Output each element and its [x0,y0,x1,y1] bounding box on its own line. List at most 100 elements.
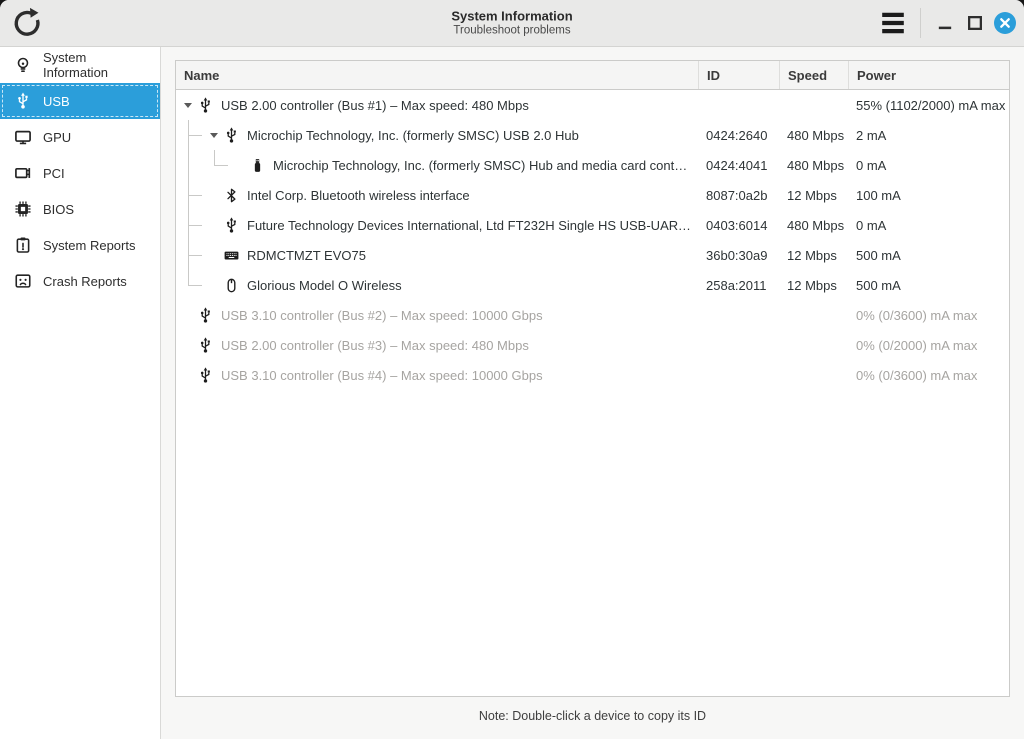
sidebar: System Information USB GPU PCI BIOS Syst… [0,47,161,739]
device-power: 100 mA [856,187,901,203]
expander-icon[interactable] [179,90,197,120]
maximize-button[interactable] [962,10,988,36]
usb-icon [223,126,240,144]
device-speed [779,360,848,390]
device-name: USB 3.10 controller (Bus #2) – Max speed… [221,307,543,323]
device-name: USB 3.10 controller (Bus #4) – Max speed… [221,367,543,383]
device-id: 258a:2011 [706,277,767,293]
device-name-cell: USB 2.00 controller (Bus #3) – Max speed… [176,330,698,360]
app-body: System Information USB GPU PCI BIOS Syst… [0,47,1024,739]
device-speed: 480 Mbps [787,127,845,143]
device-speed [779,330,848,360]
mouse-icon [223,277,240,294]
expander-icon [179,330,197,360]
footer-note: Note: Double-click a device to copy its … [478,709,707,723]
device-power: 500 mA [856,277,901,293]
device-name: Microchip Technology, Inc. (formerly SMS… [273,157,688,173]
sidebar-item-usb[interactable]: USB [0,83,160,119]
titlebar-left [10,0,44,46]
close-button[interactable] [994,12,1016,34]
device-name-cell: RDMCTMZT EVO75 [176,240,698,270]
titlebar: System Information Troubleshoot problems [0,0,1024,47]
column-header-speed[interactable]: Speed [779,61,848,89]
device-power: 0% (0/3600) mA max [856,307,978,323]
minimize-icon [932,10,958,36]
flash-drive-icon [249,157,266,174]
titlebar-separator [920,8,921,38]
device-id: 0424:2640 [706,127,768,143]
app-window: System Information Troubleshoot problems… [0,0,1024,739]
device-name: Intel Corp. Bluetooth wireless interface [247,187,470,203]
column-header-power[interactable]: Power [848,61,1009,89]
minimize-button[interactable] [932,10,958,36]
hamburger-menu-icon [875,5,911,41]
refresh-button[interactable] [10,6,44,40]
device-name-cell: Microchip Technology, Inc. (formerly SMS… [176,150,698,180]
device-id [698,90,779,120]
device-id [698,330,779,360]
monitor-icon [14,128,32,146]
device-id: 0403:6014 [706,217,768,233]
table-row[interactable]: Future Technology Devices International,… [176,210,1009,240]
window-subtitle: Troubleshoot problems [453,24,571,37]
sidebar-item-system-reports[interactable]: System Reports [0,227,160,263]
refresh-icon [10,6,44,40]
device-name-cell: Intel Corp. Bluetooth wireless interface [176,180,698,210]
sidebar-item-system-information[interactable]: System Information [0,47,160,83]
table-row[interactable]: Microchip Technology, Inc. (formerly SMS… [176,150,1009,180]
pci-card-icon [14,164,32,182]
expander-icon[interactable] [205,120,223,150]
expander-icon [179,360,197,390]
sidebar-item-label: System Information [43,50,109,80]
table-row[interactable]: USB 2.00 controller (Bus #1) – Max speed… [176,90,1009,120]
sidebar-item-label: USB [43,93,70,109]
device-power: 0 mA [856,217,887,233]
device-speed: 12 Mbps [787,187,837,203]
sidebar-item-crash-reports[interactable]: Crash Reports [0,263,160,299]
column-header-id[interactable]: ID [698,61,779,89]
table-row[interactable]: Intel Corp. Bluetooth wireless interface… [176,180,1009,210]
clipboard-report-icon [14,236,32,254]
device-speed: 12 Mbps [787,277,837,293]
device-power: 0% (0/2000) mA max [856,337,978,353]
titlebar-controls [875,0,1016,46]
sidebar-item-pci[interactable]: PCI [0,155,160,191]
sidebar-item-gpu[interactable]: GPU [0,119,160,155]
device-name: Microchip Technology, Inc. (formerly SMS… [247,127,579,143]
keyboard-icon [223,247,240,264]
sidebar-item-label: System Reports [43,237,136,253]
device-id: 0424:4041 [706,157,768,173]
lightbulb-icon [14,56,32,74]
device-id: 8087:0a2b [706,187,768,203]
expander-icon [205,210,223,240]
device-name-cell: USB 2.00 controller (Bus #1) – Max speed… [176,90,698,120]
device-name: Glorious Model O Wireless [247,277,402,293]
device-table: Name ID Speed Power USB 2.00 controller … [175,60,1010,697]
device-id: 36b0:30a9 [706,247,768,263]
menu-button[interactable] [875,6,911,40]
table-row[interactable]: USB 3.10 controller (Bus #4) – Max speed… [176,360,1009,390]
window-title: System Information [451,8,573,24]
device-speed: 480 Mbps [787,217,845,233]
sidebar-item-label: Crash Reports [43,273,127,289]
device-name: Future Technology Devices International,… [247,217,698,233]
table-row[interactable]: Microchip Technology, Inc. (formerly SMS… [176,120,1009,150]
table-row[interactable]: Glorious Model O Wireless 258a:2011 12 M… [176,270,1009,300]
usb-icon [197,366,214,384]
sidebar-item-label: PCI [43,165,65,181]
sidebar-item-label: BIOS [43,201,75,217]
device-name-cell: USB 3.10 controller (Bus #4) – Max speed… [176,360,698,390]
expander-icon [205,270,223,300]
device-name: USB 2.00 controller (Bus #1) – Max speed… [221,97,529,113]
close-icon [994,12,1016,34]
table-row[interactable]: USB 3.10 controller (Bus #2) – Max speed… [176,300,1009,330]
bluetooth-icon [223,187,240,204]
expander-icon [179,300,197,330]
table-row[interactable]: RDMCTMZT EVO75 36b0:30a9 12 Mbps 500 mA [176,240,1009,270]
table-row[interactable]: USB 2.00 controller (Bus #3) – Max speed… [176,330,1009,360]
device-name-cell: USB 3.10 controller (Bus #2) – Max speed… [176,300,698,330]
chip-icon [14,200,32,218]
device-power: 500 mA [856,247,901,263]
column-header-name[interactable]: Name [176,61,698,89]
sidebar-item-bios[interactable]: BIOS [0,191,160,227]
